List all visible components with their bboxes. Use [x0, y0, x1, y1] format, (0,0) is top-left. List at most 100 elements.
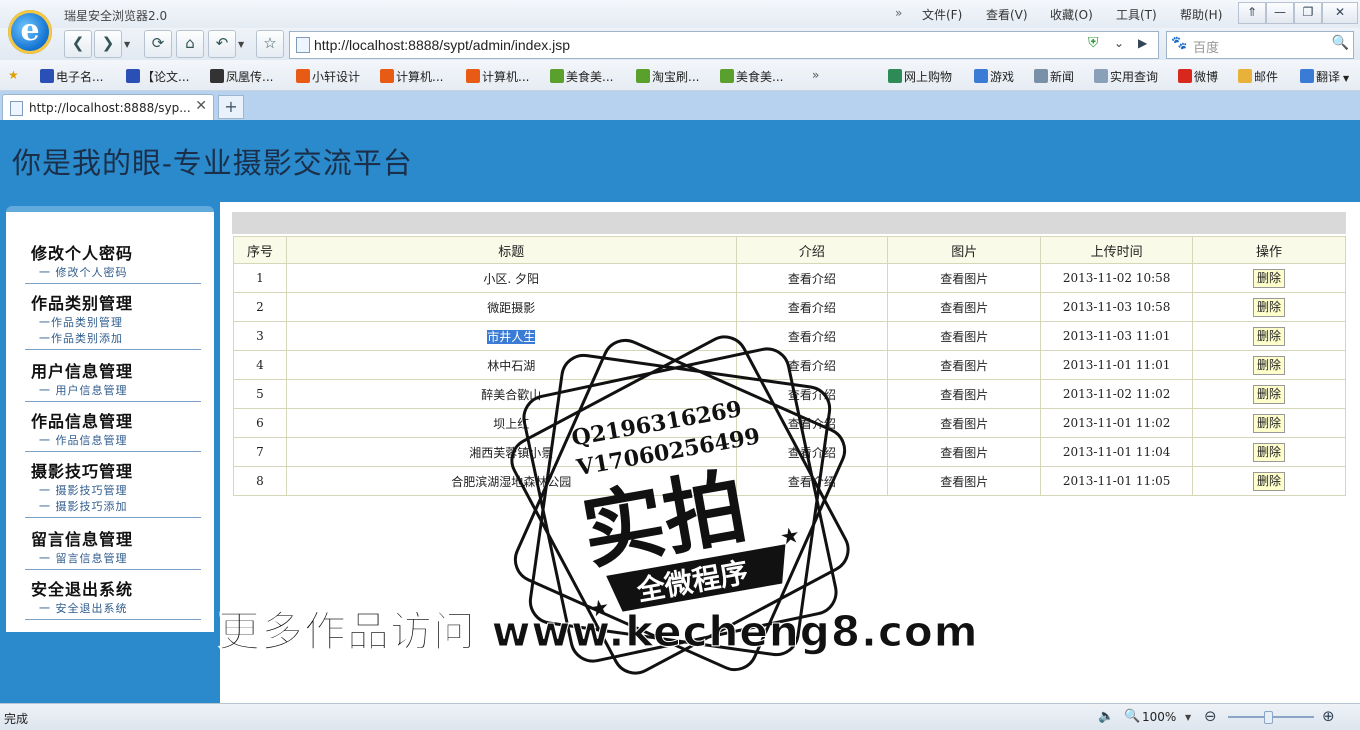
- back-button[interactable]: ❮: [64, 30, 92, 58]
- view-intro-link[interactable]: 查看介绍: [735, 466, 889, 496]
- cell-title: 微距摄影: [285, 292, 737, 322]
- url-text[interactable]: http://localhost:8888/sypt/admin/index.j…: [314, 37, 570, 53]
- bookmark-shopping[interactable]: 网上购物: [888, 68, 952, 85]
- view-intro-link[interactable]: 查看介绍: [735, 437, 889, 467]
- minimize-button[interactable]: —: [1266, 2, 1294, 24]
- close-tab-icon[interactable]: ✕: [195, 98, 207, 114]
- bookmark-translate[interactable]: 翻译 ▼: [1300, 68, 1349, 85]
- search-box[interactable]: 🐾 百度 🔍: [1166, 31, 1354, 59]
- bookmark-mail[interactable]: 邮件: [1238, 68, 1278, 85]
- bookmark-item[interactable]: 美食美...: [720, 68, 783, 85]
- bookmark-games[interactable]: 游戏: [974, 68, 1014, 85]
- zoom-in-button[interactable]: ⊕: [1322, 707, 1335, 725]
- tab-active[interactable]: http://localhost:8888/syp... ✕: [2, 94, 214, 121]
- view-intro-link[interactable]: 查看介绍: [735, 292, 889, 322]
- bookmark-item[interactable]: 计算机...: [380, 68, 443, 85]
- sidebar-item-logout[interactable]: 一 安全退出系统: [39, 600, 201, 617]
- go-button[interactable]: ▶: [1138, 36, 1147, 50]
- site-header: 你是我的眼-专业摄影交流平台: [0, 120, 1360, 202]
- delete-button[interactable]: 删除: [1253, 297, 1286, 317]
- new-tab-button[interactable]: +: [218, 95, 244, 119]
- status-text: 完成: [4, 712, 29, 726]
- sidebar-item-tips-add[interactable]: 一 摄影技巧添加: [39, 498, 201, 515]
- sidebar-group-logout: 安全退出系统 一 安全退出系统: [25, 576, 201, 620]
- delete-button[interactable]: 删除: [1253, 471, 1286, 491]
- sidebar-group-messages: 留言信息管理 一 留言信息管理: [25, 526, 201, 570]
- delete-button[interactable]: 删除: [1253, 442, 1286, 462]
- zoom-dropdown-icon[interactable]: ▼: [1185, 713, 1191, 722]
- menu-favorites[interactable]: 收藏(O): [1050, 6, 1093, 23]
- menu-overflow-icon[interactable]: »: [895, 6, 902, 20]
- view-image-link[interactable]: 查看图片: [887, 292, 1042, 322]
- home-button[interactable]: ⌂: [176, 30, 204, 58]
- view-image-link[interactable]: 查看图片: [887, 408, 1042, 438]
- menu-tools[interactable]: 工具(T): [1116, 6, 1157, 23]
- bookmark-weibo[interactable]: 微博: [1178, 68, 1218, 85]
- sidebar-item-users[interactable]: 一 用户信息管理: [39, 382, 201, 399]
- close-window-button[interactable]: ✕: [1322, 2, 1358, 24]
- view-intro-link[interactable]: 查看介绍: [735, 379, 889, 409]
- sidebar-group-category: 作品类别管理 一作品类别管理 一作品类别添加: [25, 290, 201, 350]
- bookmark-item[interactable]: 电子名...: [40, 68, 103, 85]
- address-bar[interactable]: http://localhost:8888/sypt/admin/index.j…: [289, 31, 1159, 59]
- view-intro-link[interactable]: 查看介绍: [735, 321, 889, 351]
- view-intro-link[interactable]: 查看介绍: [735, 263, 889, 293]
- zoom-icon[interactable]: 🔍: [1124, 709, 1140, 724]
- view-intro-link[interactable]: 查看介绍: [735, 350, 889, 380]
- bookmark-item[interactable]: 淘宝刷...: [636, 68, 699, 85]
- table-header-row: 序号 标题 介绍 图片 上传时间 操作: [233, 236, 1346, 264]
- search-icon[interactable]: 🔍: [1332, 35, 1349, 51]
- view-image-link[interactable]: 查看图片: [887, 321, 1042, 351]
- history-dropdown-icon[interactable]: ▼: [124, 40, 130, 49]
- menu-view[interactable]: 查看(V): [986, 6, 1028, 23]
- delete-button[interactable]: 删除: [1253, 413, 1286, 433]
- tab-title[interactable]: http://localhost:8888/syp...: [29, 101, 191, 115]
- sidebar-item-category-add[interactable]: 一作品类别添加: [39, 330, 201, 347]
- zoom-level[interactable]: 100%: [1142, 710, 1176, 724]
- refresh-button[interactable]: ⟳: [144, 30, 172, 58]
- cell-no: 4: [233, 350, 287, 380]
- sidebar-item-tips-manage[interactable]: 一 摄影技巧管理: [39, 482, 201, 499]
- view-image-link[interactable]: 查看图片: [887, 437, 1042, 467]
- view-image-link[interactable]: 查看图片: [887, 379, 1042, 409]
- menu-help[interactable]: 帮助(H): [1180, 6, 1222, 23]
- view-image-link[interactable]: 查看图片: [887, 466, 1042, 496]
- search-placeholder[interactable]: 百度: [1193, 37, 1219, 56]
- speaker-icon[interactable]: 🔈: [1098, 709, 1114, 724]
- gamepad-icon: [974, 69, 988, 83]
- zoom-out-button[interactable]: ⊖: [1204, 707, 1217, 725]
- pin-icon[interactable]: ⇑: [1238, 2, 1266, 24]
- view-intro-link[interactable]: 查看介绍: [735, 408, 889, 438]
- cell-action: 删除: [1192, 350, 1346, 380]
- forward-button[interactable]: ❯: [94, 30, 122, 58]
- bookmark-item[interactable]: 【论文...: [126, 68, 189, 85]
- view-image-link[interactable]: 查看图片: [887, 350, 1042, 380]
- bookmark-item[interactable]: 凤凰传...: [210, 68, 273, 85]
- bookmark-item[interactable]: 计算机...: [466, 68, 529, 85]
- favorites-star-icon[interactable]: ★: [8, 68, 19, 82]
- delete-button[interactable]: 删除: [1253, 326, 1286, 346]
- url-dropdown-icon[interactable]: ⌄: [1114, 36, 1124, 50]
- sidebar-heading: 作品信息管理: [31, 412, 134, 431]
- menu-file[interactable]: 文件(F): [922, 6, 962, 23]
- delete-button[interactable]: 删除: [1253, 355, 1286, 375]
- undo-close-button[interactable]: ↶: [208, 30, 236, 58]
- bookmarks-overflow-icon[interactable]: »: [812, 68, 819, 82]
- bookmark-query[interactable]: 实用查询: [1094, 68, 1158, 85]
- bookmark-news[interactable]: 新闻: [1034, 68, 1074, 85]
- delete-button[interactable]: 删除: [1253, 384, 1286, 404]
- bookmark-item[interactable]: 美食美...: [550, 68, 613, 85]
- sidebar-item-category-manage[interactable]: 一作品类别管理: [39, 314, 201, 331]
- sidebar-item-change-password[interactable]: 一 修改个人密码: [39, 264, 201, 281]
- sidebar-item-messages[interactable]: 一 留言信息管理: [39, 550, 201, 567]
- view-image-link[interactable]: 查看图片: [887, 263, 1042, 293]
- zoom-slider-handle[interactable]: [1264, 711, 1273, 724]
- delete-button[interactable]: 删除: [1253, 268, 1286, 288]
- bookmark-item[interactable]: 小轩设计: [296, 68, 360, 85]
- table-row: 4 林中石湖 查看介绍 查看图片 2013-11-01 11:01 删除: [233, 350, 1346, 380]
- favorite-star-button[interactable]: ☆: [256, 30, 284, 58]
- shield-icon[interactable]: ⛨: [1088, 35, 1099, 51]
- restore-button[interactable]: ❐: [1294, 2, 1322, 24]
- sidebar-item-works[interactable]: 一 作品信息管理: [39, 432, 201, 449]
- undo-dropdown-icon[interactable]: ▼: [238, 40, 244, 49]
